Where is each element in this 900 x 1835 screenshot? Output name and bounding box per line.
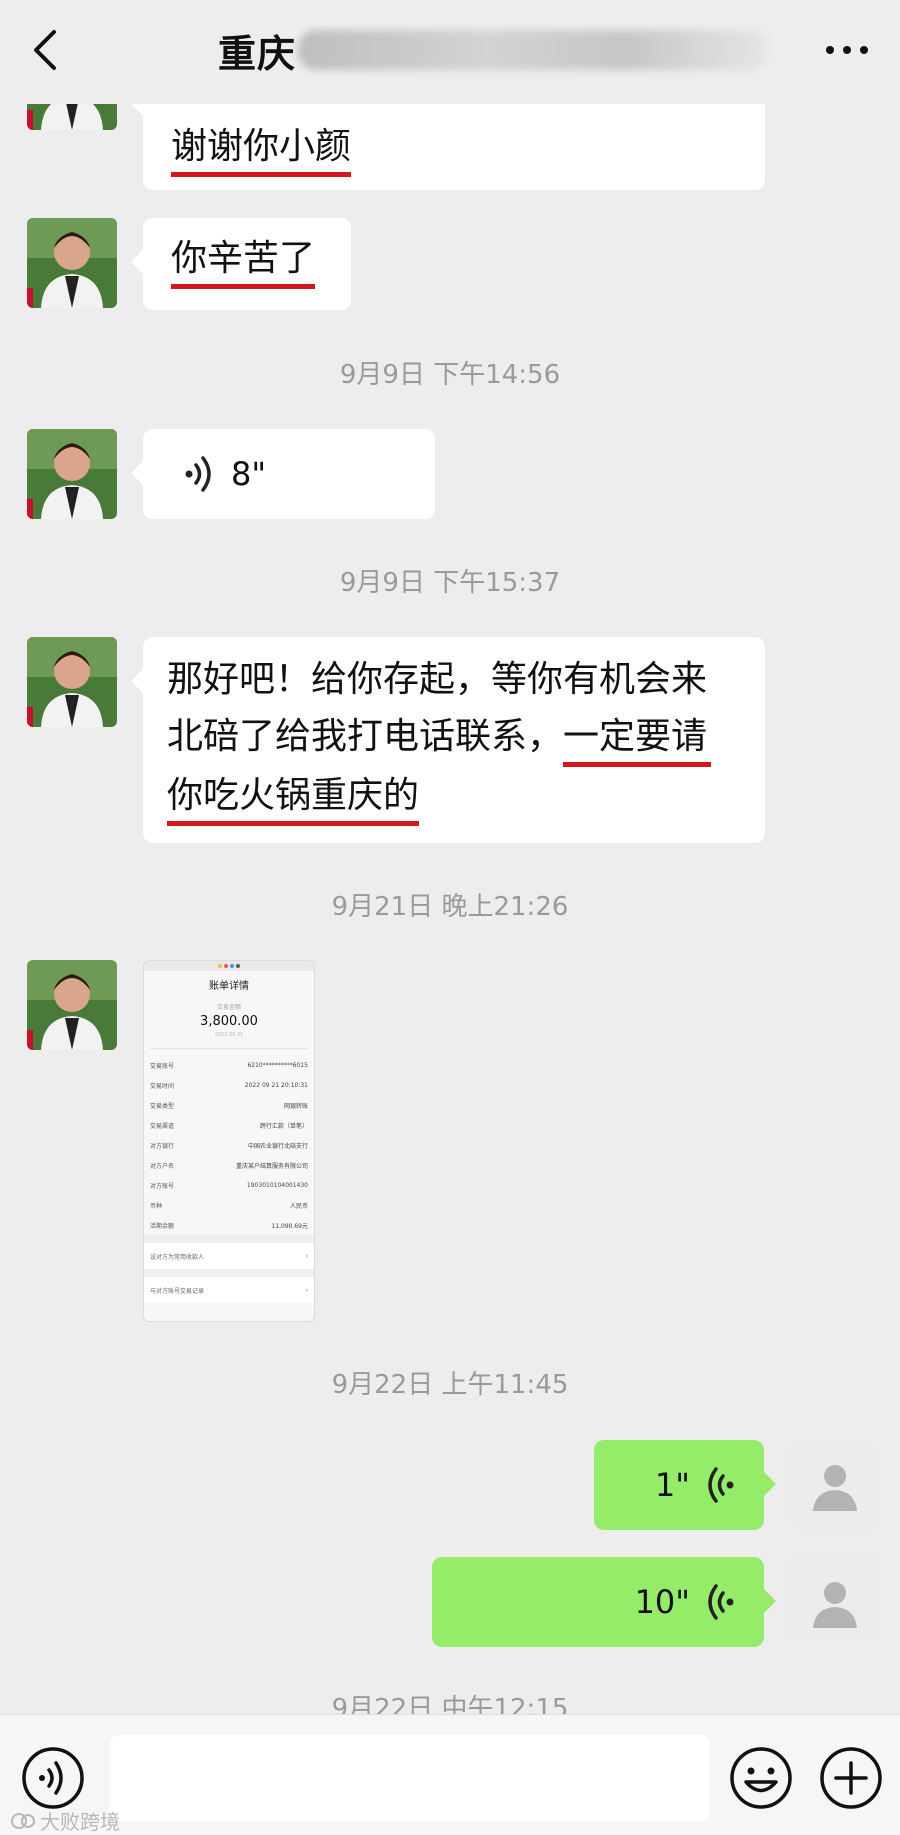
voice-wave-icon (708, 1467, 734, 1503)
blurred-name (298, 30, 769, 70)
my-avatar[interactable] (790, 1440, 880, 1530)
watermark-logo-icon (11, 1812, 35, 1829)
contact-name: 重庆 (218, 31, 297, 76)
receipt-row: 对方账号 1903010104001430 (150, 1181, 308, 1190)
input-bar (0, 1714, 900, 1835)
timestamp: 9月9日 下午14:56 (339, 360, 561, 390)
timestamp: 9月22日 中午12:15 (331, 1694, 569, 1714)
receipt-row: 交易类型 网银转账 (150, 1102, 308, 1110)
voice-message-outgoing[interactable]: 1" (594, 1440, 776, 1530)
divider (150, 1048, 308, 1049)
message-text: 北碚了给我打电话联系， (167, 716, 564, 757)
timestamp: 9月9日 下午15:37 (339, 568, 561, 598)
receipt-status-bar (144, 961, 314, 971)
underlined-text: 一定要请 (563, 712, 712, 767)
message-bubble[interactable]: 那好吧！给你存起，等你有机会来 北碚了给我打电话联系，一定要请 你吃火锅重庆的 (131, 637, 765, 843)
receipt-link: 与对方账号交易记录 › (144, 1269, 314, 1303)
message-line: 那好吧！给你存起，等你有机会来 (167, 659, 708, 700)
voice-wave-icon (185, 456, 211, 492)
default-user-icon (813, 1582, 857, 1628)
voice-message[interactable]: 8" (131, 429, 435, 519)
contact-avatar[interactable] (27, 960, 117, 1050)
receipt-row: 对方户名 重庆某户结算服务有限公司 (150, 1162, 308, 1170)
receipt-row: 币种 人民币 (150, 1202, 308, 1210)
message-line: 你吃火锅重庆的 (167, 767, 741, 826)
message-input[interactable] (110, 1735, 710, 1821)
receipt-subtitle: 交易金额 (216, 1004, 241, 1011)
receipt-link: 设对方为常用收款人 › (144, 1235, 314, 1269)
receipt-row: 交易时间 2022 09 21 20:10:31 (150, 1081, 308, 1090)
message-bubble[interactable]: 你辛苦了 (131, 218, 351, 310)
receipt-row: 交易账号 6210**********6015 (150, 1061, 308, 1070)
underlined-text: 你吃火锅重庆的 (167, 771, 420, 826)
voice-duration: 1" (654, 1465, 690, 1504)
receipt-row: 活期余额 11,090.69元 (150, 1222, 308, 1230)
contact-avatar[interactable] (27, 637, 117, 727)
chat-header: 重庆 (0, 0, 900, 104)
receipt-amount: 3,800.00 (200, 1014, 258, 1029)
voice-message-outgoing[interactable]: 10" (432, 1557, 776, 1647)
timestamp: 9月21日 晚上21:26 (331, 892, 569, 922)
plus-icon[interactable] (818, 1745, 884, 1811)
watermark-text: 大败跨境 (40, 1810, 120, 1834)
contact-avatar[interactable] (27, 218, 117, 308)
receipt-row: 对方银行 中国农业银行北碚支行 (150, 1142, 308, 1150)
voice-duration: 8" (231, 454, 267, 493)
my-avatar[interactable] (790, 1557, 880, 1647)
emoji-icon[interactable] (728, 1745, 794, 1811)
voice-wave-icon (708, 1584, 734, 1620)
chat-title: 重庆 (218, 22, 769, 78)
receipt-date: 2022 09 21 (214, 1032, 244, 1038)
message-text: 谢谢你小颜 (171, 122, 352, 177)
message-text: 你辛苦了 (171, 234, 316, 289)
message-line: 北碚了给我打电话联系，一定要请 (167, 708, 741, 767)
chat-area[interactable]: 谢谢你小颜 你辛苦了 9月9日 下午14:56 8" 9月9日 下午15:37 … (0, 0, 900, 1714)
voice-duration: 10" (634, 1582, 690, 1621)
chevron-left-icon[interactable] (28, 28, 64, 72)
receipt-row: 交易渠道 跨行汇款（单笔） (150, 1122, 308, 1130)
receipt-title: 账单详情 (209, 981, 249, 992)
timestamp: 9月22日 上午11:45 (331, 1370, 569, 1400)
receipt-image-message[interactable]: 账单详情 交易金额 3,800.00 2022 09 21 交易账号 6210**… (143, 960, 315, 1322)
voice-mode-icon[interactable] (20, 1745, 86, 1811)
watermark: 大败跨境 (10, 1806, 120, 1835)
more-dots-icon[interactable] (824, 36, 870, 64)
contact-avatar[interactable] (27, 429, 117, 519)
default-user-icon (813, 1465, 857, 1511)
